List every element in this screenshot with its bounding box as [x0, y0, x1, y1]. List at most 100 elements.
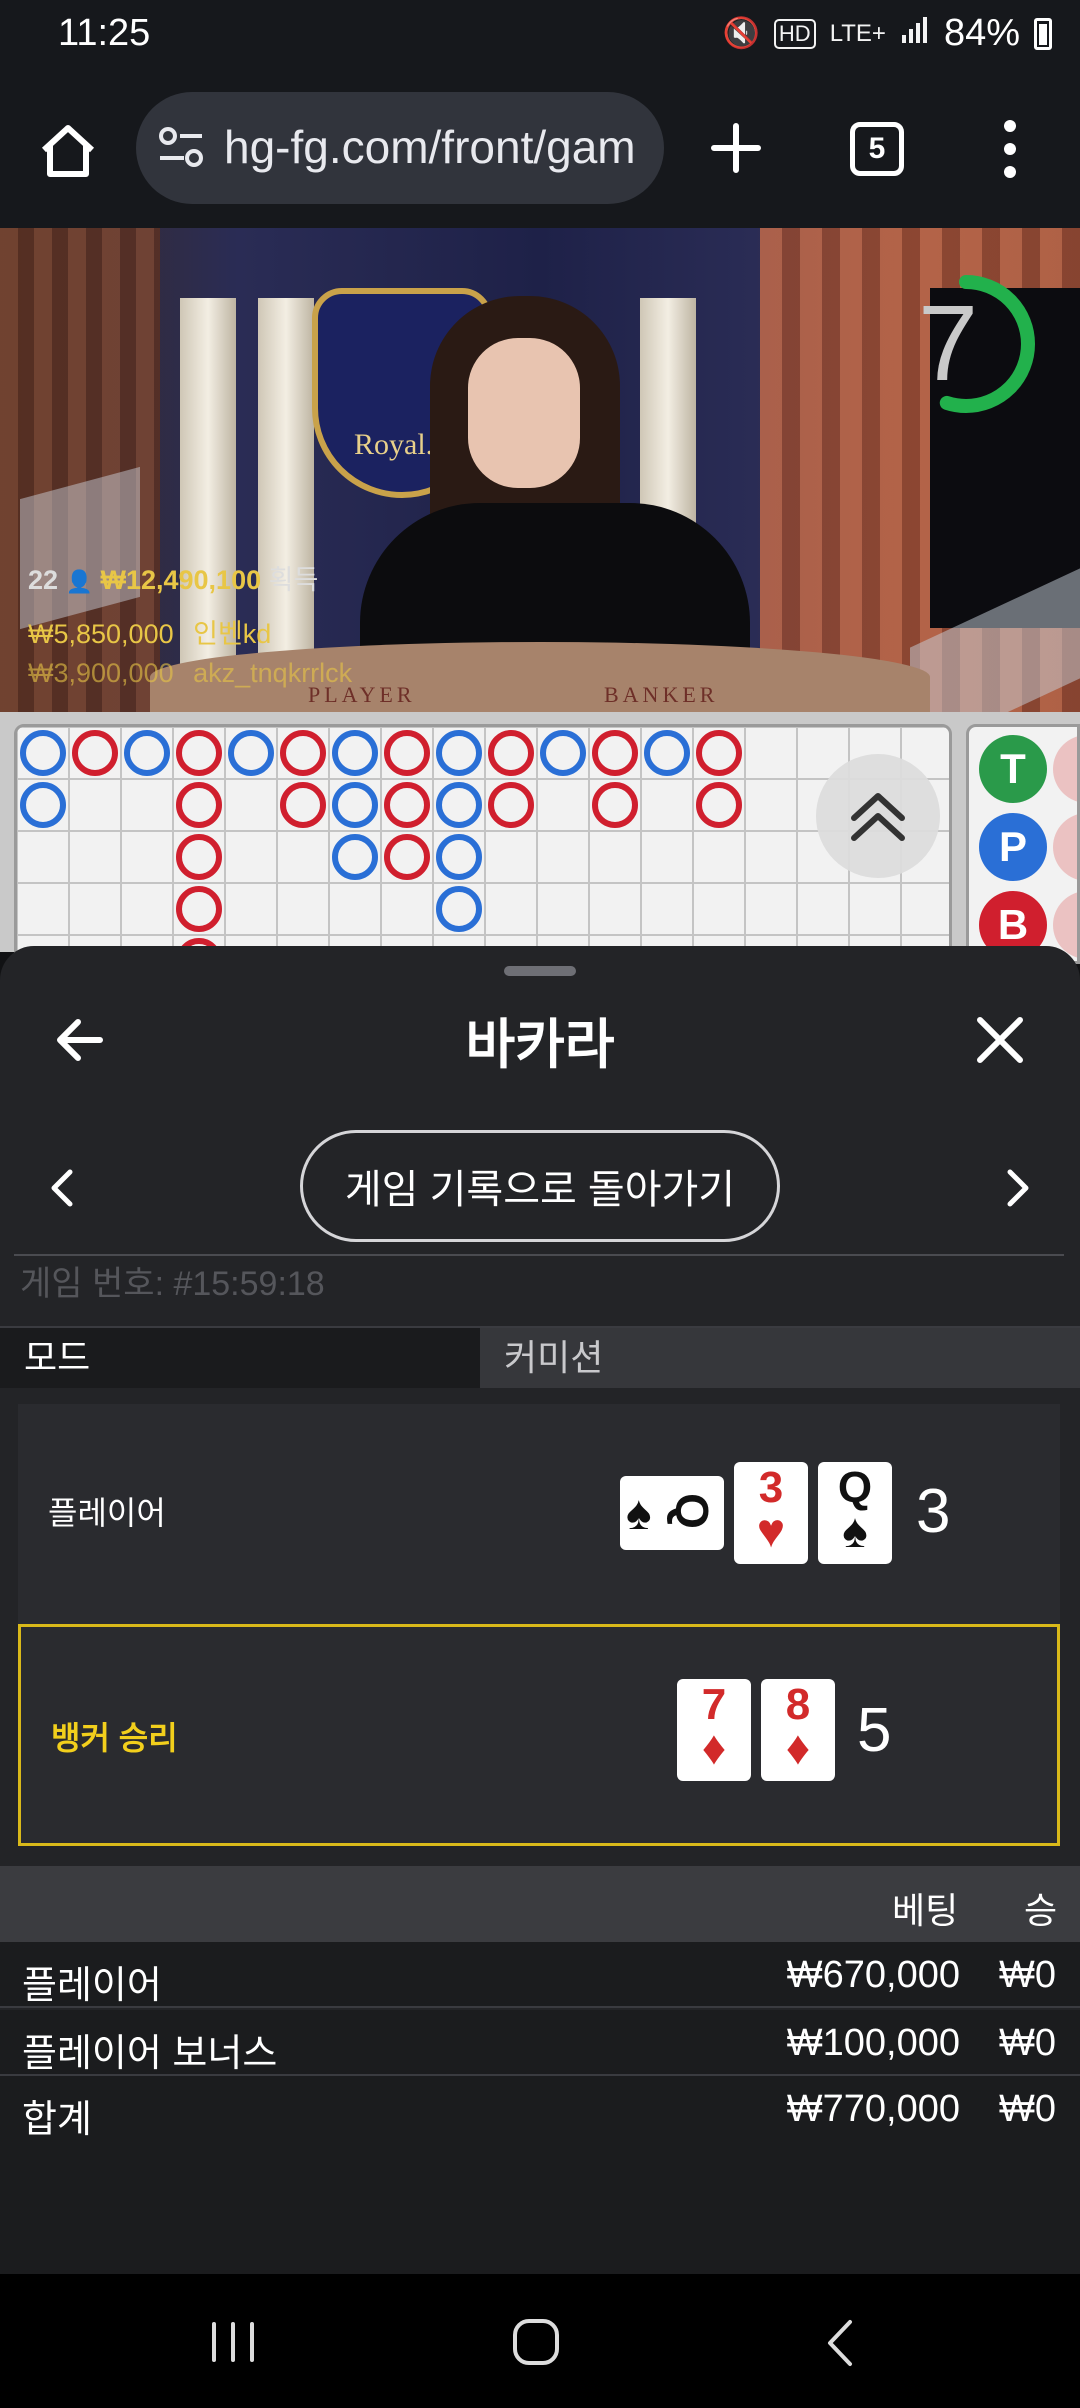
player-card-3-suit: ♠	[842, 1505, 868, 1558]
signal-icon	[900, 15, 930, 53]
home-icon[interactable]	[38, 120, 98, 180]
banker-win-mark	[488, 782, 534, 828]
win-amount: ₩0	[999, 1954, 1056, 1996]
player-hand-label: 플레이어	[48, 1495, 166, 1531]
network-type: LTE+	[829, 19, 886, 47]
tab-switcher-button[interactable]: 5	[850, 122, 904, 176]
address-bar[interactable]: hg-fg.com/front/gam	[136, 92, 664, 204]
bet-label: 플레이어	[22, 1965, 162, 2007]
total-label: 합계	[22, 2099, 92, 2141]
sheet-title: 바카라	[465, 1015, 615, 1075]
game-history-sheet: 바카라 게임 기록으로 돌아가기 게임 번호: #15:59:18 모드 커미션…	[0, 946, 1080, 2274]
browser-toolbar: hg-fg.com/front/gam 5	[0, 70, 1080, 228]
bet-column-header: 베팅	[892, 1890, 959, 1931]
win-amount: ₩0	[999, 2022, 1056, 2064]
sheet-drag-handle[interactable]	[504, 966, 576, 976]
bet-amount: ₩100,000	[786, 2022, 960, 2064]
roadmap-area: T P B	[0, 712, 1080, 964]
table-row: 플레이어 ₩670,000 ₩0	[0, 1942, 1080, 2008]
banker-win-mark	[384, 834, 430, 880]
banker-card-1-suit: ♦	[701, 1722, 727, 1775]
banker-hand: 뱅커 승리 7 ♦ 8 ♦ 5	[18, 1624, 1060, 1846]
bets-table-header: 베팅 승	[0, 1866, 1080, 1942]
back-to-history-button[interactable]: 게임 기록으로 돌아가기	[300, 1130, 780, 1242]
player-stat-secondary	[1053, 813, 1077, 881]
table-banker-label: BANKER	[604, 682, 719, 707]
battery-icon	[1034, 17, 1052, 50]
player-card-1-rank: Q	[665, 1493, 718, 1529]
winner-amount: ₩5,850,000	[28, 619, 174, 649]
player-win-mark	[332, 730, 378, 776]
player-win-mark	[436, 834, 482, 880]
player-win-mark	[332, 782, 378, 828]
banker-win-mark	[488, 730, 534, 776]
banker-card-2: 8 ♦	[761, 1679, 835, 1781]
next-game-icon[interactable]	[1000, 1166, 1036, 1210]
banker-win-mark	[176, 730, 222, 776]
winners-count: 22	[28, 565, 59, 595]
banker-win-mark	[72, 730, 118, 776]
player-win-mark	[332, 834, 378, 880]
player-card-1: ♠ Q	[620, 1476, 724, 1550]
winner-name: akz_tnqkrrlck	[193, 658, 353, 688]
tab-mode[interactable]: 모드	[0, 1328, 480, 1388]
home-button-icon[interactable]	[510, 2316, 562, 2368]
tab-commission[interactable]: 커미션	[480, 1328, 1080, 1388]
battery-percent: 84%	[943, 12, 1020, 54]
bet-amount: ₩670,000	[786, 1954, 960, 1996]
banker-win-mark	[280, 782, 326, 828]
banker-card-1: 7 ♦	[677, 1679, 751, 1781]
detail-tabs: 모드 커미션	[0, 1326, 1080, 1388]
banker-win-mark	[592, 730, 638, 776]
close-icon[interactable]	[972, 1012, 1028, 1068]
player-win-mark	[644, 730, 690, 776]
site-settings-icon[interactable]	[156, 122, 208, 174]
dealer-face	[468, 338, 580, 488]
system-nav-bar	[0, 2274, 1080, 2408]
banker-win-mark	[176, 834, 222, 880]
double-chevron-up-icon	[851, 793, 905, 841]
banker-win-mark	[176, 782, 222, 828]
player-win-mark	[228, 730, 274, 776]
banker-win-mark	[280, 730, 326, 776]
player-card-2: 3 ♥	[734, 1462, 808, 1564]
banker-hand-label: 뱅커 승리	[51, 1720, 178, 1756]
sheet-empty-area	[0, 2140, 1080, 2274]
winner-row: ₩5,850,000 인벤kd	[28, 612, 271, 651]
tie-stat-secondary	[1053, 735, 1077, 803]
player-card-1-suit: ♠	[626, 1487, 652, 1540]
collapse-roadmap-button[interactable]	[816, 754, 940, 878]
player-win-mark	[436, 730, 482, 776]
player-card-2-suit: ♥	[756, 1505, 786, 1558]
user-icon: 👤	[65, 569, 93, 594]
win-column-header: 승	[1024, 1890, 1058, 1931]
url-text[interactable]: hg-fg.com/front/gam	[224, 120, 636, 174]
winner-amount: ₩3,900,000	[28, 658, 174, 688]
game-number: 게임 번호: #15:59:18	[20, 1265, 325, 1303]
more-options-icon[interactable]	[990, 114, 1030, 184]
table-row-total: 합계 ₩770,000 ₩0	[0, 2076, 1080, 2142]
recent-apps-icon[interactable]	[208, 2320, 258, 2364]
winners-total-amount: ₩12,490,100	[100, 565, 262, 595]
total-win-amount: ₩0	[999, 2088, 1056, 2130]
screen: 11:25 🔇 HD LTE+ 84% hg-fg.com/front/gam	[0, 0, 1080, 2408]
new-tab-icon[interactable]	[704, 116, 768, 180]
banker-card-2-suit: ♦	[785, 1722, 811, 1775]
player-card-3: Q ♠	[818, 1462, 892, 1564]
player-total: 3	[916, 1477, 951, 1546]
countdown-timer: 7	[917, 282, 979, 403]
live-video[interactable]: Royal.kr PLAYER BANKER 7 22 👤 ₩12,490,10…	[0, 228, 1080, 712]
tie-stat: T	[979, 735, 1047, 803]
player-win-mark	[436, 782, 482, 828]
road-stats-panel: T P B	[966, 724, 1080, 964]
big-road-grid	[17, 727, 949, 961]
previous-game-icon[interactable]	[44, 1166, 80, 1210]
bet-label: 플레이어 보너스	[22, 2033, 278, 2075]
banker-win-mark	[176, 886, 222, 932]
winner-name: 인벤kd	[193, 619, 272, 649]
banker-win-mark	[592, 782, 638, 828]
big-road[interactable]	[14, 724, 952, 964]
banker-win-mark	[384, 782, 430, 828]
winners-total: 22 👤 ₩12,490,100 획득	[28, 558, 318, 597]
back-button-icon[interactable]	[822, 2318, 856, 2368]
